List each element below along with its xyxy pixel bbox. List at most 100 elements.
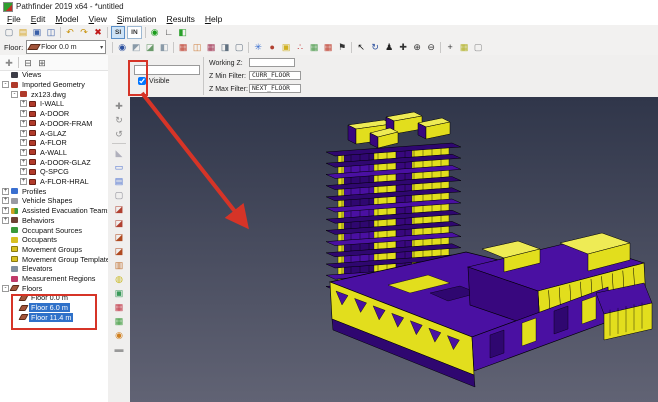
show-results-icon[interactable]: ◧ [176, 26, 189, 38]
show-doors-icon[interactable]: ▦ [177, 41, 190, 53]
menu-file[interactable]: File [2, 14, 26, 24]
tree-item-a-wall[interactable]: +A-WALL [0, 148, 108, 158]
floor-grid-yellow-icon[interactable]: ▦ [458, 41, 471, 53]
menu-results[interactable]: Results [162, 14, 200, 24]
expand-icon[interactable]: + [20, 178, 27, 185]
expand-icon[interactable]: + [20, 149, 27, 156]
floor-selector-dropdown[interactable]: Floor 0.0 m ▾ [26, 40, 106, 54]
tree-item-occupant-sources[interactable]: Occupant Sources [0, 225, 108, 235]
expand-icon[interactable]: + [20, 120, 27, 127]
add-occupant-tool-icon[interactable]: ◍ [112, 273, 126, 285]
tree-item-movement-groups[interactable]: Movement Groups [0, 245, 108, 255]
tree-item-measurement-regions[interactable]: Measurement Regions [0, 274, 108, 284]
side-view-cube-icon[interactable]: ◧ [158, 41, 171, 53]
expand-icon[interactable]: + [20, 139, 27, 146]
open-file-icon[interactable]: ▤ [17, 26, 30, 38]
occupant-source-tool-icon[interactable]: ▣ [112, 287, 126, 299]
add-elevator-tool-icon[interactable]: ▥ [112, 259, 126, 271]
menu-help[interactable]: Help [200, 14, 227, 24]
grid-green-icon[interactable]: ▦ [308, 41, 321, 53]
collapse-icon[interactable]: - [11, 91, 18, 98]
expand-icon[interactable]: + [20, 168, 27, 175]
tree-item-zx123-dwg[interactable]: -zx123.dwg [0, 89, 108, 99]
tree-item-movement-group-templates[interactable]: Movement Group Templates [0, 254, 108, 264]
menu-view[interactable]: View [84, 14, 112, 24]
3d-viewport[interactable] [130, 97, 658, 402]
menu-edit[interactable]: Edit [26, 14, 51, 24]
expand-icon[interactable]: + [2, 188, 9, 195]
tree-item-floors[interactable]: -Floors [0, 283, 108, 293]
tree-item-imported-geometry[interactable]: -Imported Geometry [0, 80, 108, 90]
redo-icon[interactable]: ↷ [78, 26, 91, 38]
delete-icon[interactable]: ✖ [92, 26, 105, 38]
show-obstructions-icon[interactable]: ◨ [219, 41, 232, 53]
tree-item-q-spcg[interactable]: +Q-SPCG [0, 167, 108, 177]
tree-item-a-door-fram[interactable]: +A-DOOR-FRAM [0, 119, 108, 129]
perspective-view-icon[interactable]: ◉ [116, 41, 129, 53]
measurement-region-tool-icon[interactable]: ▦ [112, 301, 126, 313]
run-simulation-icon[interactable]: ◉ [148, 26, 161, 38]
add-stairs-tool-icon[interactable]: ◪ [112, 217, 126, 229]
orbit-view-icon[interactable]: ↻ [112, 114, 126, 126]
expand-icon[interactable]: + [2, 197, 9, 204]
room-tool-icon[interactable]: ▭ [112, 161, 126, 173]
collapse-all-icon[interactable]: ⊟ [22, 57, 35, 69]
zoom-in-tool-icon[interactable]: ⊕ [411, 41, 424, 53]
tree-item-a-door-glaz[interactable]: +A-DOOR-GLAZ [0, 157, 108, 167]
show-navmesh-icon[interactable]: ✳ [252, 41, 265, 53]
tree-item-floor-6-0-m[interactable]: Floor 6.0 m [0, 303, 108, 313]
z-max-filter-field[interactable] [249, 84, 301, 93]
show-stairs-icon[interactable]: ▦ [205, 41, 218, 53]
expand-icon[interactable]: + [20, 159, 27, 166]
working-z-field[interactable] [249, 58, 295, 67]
floor-tool-icon[interactable]: ◣ [112, 147, 126, 159]
tree-item-floor-11-4-m[interactable]: Floor 11.4 m [0, 313, 108, 323]
save-file-icon[interactable]: ▣ [31, 26, 44, 38]
undo-icon[interactable]: ↶ [64, 26, 77, 38]
pan-view-icon[interactable]: ✚ [112, 100, 126, 112]
name-field[interactable] [134, 65, 200, 75]
add-escalator-tool-icon[interactable]: ◪ [112, 245, 126, 257]
collapse-icon[interactable]: - [2, 81, 9, 88]
expand-icon[interactable]: + [20, 100, 27, 107]
top-view-cube-icon[interactable]: ◩ [130, 41, 143, 53]
new-file-icon[interactable]: ▢ [3, 26, 16, 38]
menu-model[interactable]: Model [50, 14, 83, 24]
import-model-icon[interactable]: ◫ [45, 26, 58, 38]
zoom-out-tool-icon[interactable]: ⊖ [425, 41, 438, 53]
collapse-icon[interactable]: - [2, 285, 9, 292]
tree-item-profiles[interactable]: +Profiles [0, 186, 108, 196]
expand-all-icon[interactable]: ⊞ [36, 57, 49, 69]
tree-item-a-flor-hral[interactable]: +A-FLOR-HRAL [0, 177, 108, 187]
sphere-tool-icon[interactable]: ◉ [112, 329, 126, 341]
show-walls-icon[interactable]: ▢ [233, 41, 246, 53]
z-min-filter-field[interactable] [249, 71, 301, 80]
tree-item-occupants[interactable]: Occupants [0, 235, 108, 245]
tree-item-elevators[interactable]: Elevators [0, 264, 108, 274]
roam-view-icon[interactable]: ↺ [112, 128, 126, 140]
capsule-tool-icon[interactable]: ▬ [112, 343, 126, 355]
visible-checkbox[interactable] [138, 77, 146, 85]
expand-icon[interactable]: + [20, 130, 27, 137]
show-paths-icon[interactable]: ∴ [294, 41, 307, 53]
camera-tool-icon[interactable]: ▦ [112, 315, 126, 327]
obstruction-tool-icon[interactable]: ▢ [112, 189, 126, 201]
pan-tool-icon[interactable]: ✚ [397, 41, 410, 53]
show-rooms-icon[interactable]: ◫ [191, 41, 204, 53]
units-in-toggle[interactable]: IN [127, 26, 142, 39]
selection-filter-icon[interactable]: ⚑ [336, 41, 349, 53]
select-tool-icon[interactable]: ↖ [355, 41, 368, 53]
expand-icon[interactable]: + [2, 207, 9, 214]
tree-item-behaviors[interactable]: +Behaviors [0, 216, 108, 226]
tree-item-i-wall[interactable]: +I-WALL [0, 99, 108, 109]
expand-icon[interactable]: + [2, 217, 9, 224]
expand-icon[interactable]: + [20, 110, 27, 117]
show-occupants-icon[interactable]: ▣ [280, 41, 293, 53]
tree-item-vehicle-shapes[interactable]: +Vehicle Shapes [0, 196, 108, 206]
tree-pan-icon[interactable]: ✚ [3, 57, 16, 69]
tree-item-views[interactable]: Views [0, 70, 108, 80]
menu-simulation[interactable]: Simulation [112, 14, 162, 24]
orbit-tool-icon[interactable]: ↻ [369, 41, 382, 53]
show-imported-geometry-icon[interactable]: ● [266, 41, 279, 53]
add-ramp-tool-icon[interactable]: ◪ [112, 231, 126, 243]
